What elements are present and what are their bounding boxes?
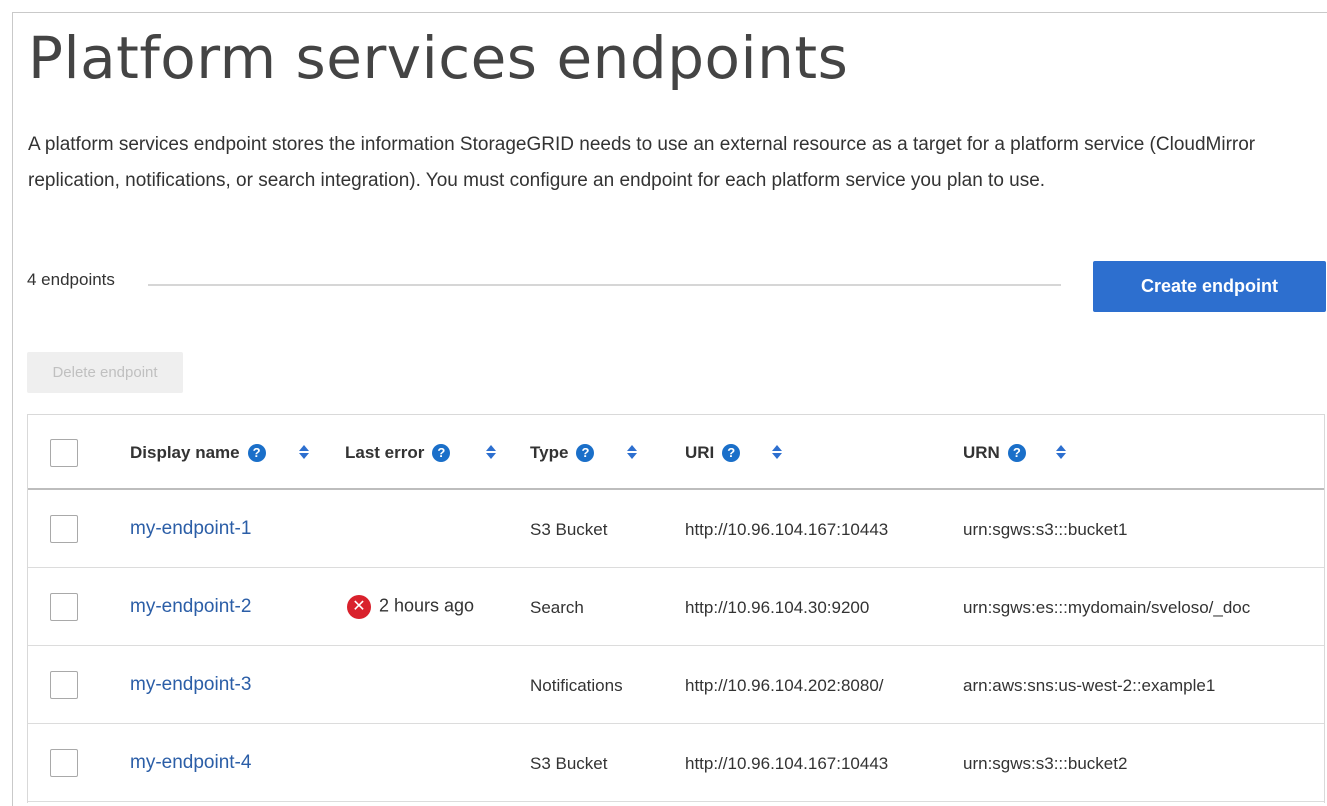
last-error-cell: ✕ 2 hours ago	[347, 595, 474, 619]
error-icon: ✕	[347, 595, 371, 619]
help-icon[interactable]: ?	[247, 444, 266, 462]
endpoint-urn: urn:sgws:s3:::bucket1	[963, 520, 1128, 539]
endpoint-name-link[interactable]: my-endpoint-1	[130, 518, 251, 540]
column-header-last-error[interactable]: Last error ?	[345, 443, 496, 463]
column-header-type[interactable]: Type ?	[530, 443, 637, 463]
help-icon[interactable]: ?	[576, 444, 595, 462]
endpoint-uri: http://10.96.104.202:8080/	[685, 676, 884, 695]
count-divider	[148, 284, 1061, 286]
endpoint-urn: urn:sgws:s3:::bucket2	[963, 754, 1128, 773]
sort-icon[interactable]	[298, 443, 310, 461]
help-icon[interactable]: ?	[432, 444, 451, 462]
endpoint-urn: urn:sgws:es:::mydomain/sveloso/_doc	[963, 598, 1251, 617]
endpoints-table: Display name ? Last error ? Type ? URI ?…	[27, 414, 1325, 803]
row-checkbox[interactable]	[50, 671, 78, 699]
endpoint-uri: http://10.96.104.30:9200	[685, 598, 870, 617]
row-checkbox[interactable]	[50, 593, 78, 621]
sort-icon[interactable]	[485, 443, 497, 461]
table-row[interactable]: my-endpoint-1 S3 Bucket http://10.96.104…	[28, 490, 1324, 568]
endpoint-uri: http://10.96.104.167:10443	[685, 754, 889, 773]
endpoint-count: 4 endpoints	[27, 270, 115, 289]
table-row[interactable]: my-endpoint-3 Notifications http://10.96…	[28, 646, 1324, 724]
column-header-display-name[interactable]: Display name ?	[130, 443, 309, 463]
column-label: Last error	[345, 443, 425, 462]
table-header: Display name ? Last error ? Type ? URI ?…	[28, 415, 1324, 490]
create-endpoint-button[interactable]: Create endpoint	[1093, 261, 1326, 312]
sort-icon[interactable]	[771, 443, 783, 461]
help-icon[interactable]: ?	[1007, 444, 1026, 462]
column-label: URI	[685, 443, 715, 462]
column-label: URN	[963, 443, 1000, 462]
table-row[interactable]: my-endpoint-4 S3 Bucket http://10.96.104…	[28, 724, 1324, 802]
page-title: Platform services endpoints	[28, 24, 849, 92]
column-label: Display name	[130, 443, 240, 462]
endpoint-type: Search	[530, 598, 584, 617]
endpoint-name-link[interactable]: my-endpoint-2	[130, 596, 251, 618]
endpoint-name-link[interactable]: my-endpoint-4	[130, 752, 251, 774]
column-header-uri[interactable]: URI ?	[685, 443, 782, 463]
endpoint-type: S3 Bucket	[530, 754, 608, 773]
page-description: A platform services endpoint stores the …	[28, 134, 1256, 191]
endpoint-type: Notifications	[530, 676, 623, 695]
endpoint-type: S3 Bucket	[530, 520, 608, 539]
endpoint-uri: http://10.96.104.167:10443	[685, 520, 889, 539]
sort-icon[interactable]	[1055, 443, 1067, 461]
row-checkbox[interactable]	[50, 515, 78, 543]
endpoint-name-link[interactable]: my-endpoint-3	[130, 674, 251, 696]
last-error-text: 2 hours ago	[379, 595, 475, 616]
help-icon[interactable]: ?	[722, 444, 741, 462]
column-header-urn[interactable]: URN ?	[963, 443, 1066, 463]
sort-icon[interactable]	[626, 443, 638, 461]
select-all-checkbox[interactable]	[50, 439, 78, 467]
row-checkbox[interactable]	[50, 749, 78, 777]
delete-endpoint-button[interactable]: Delete endpoint	[27, 352, 183, 393]
column-label: Type	[530, 443, 569, 462]
table-row[interactable]: my-endpoint-2 ✕ 2 hours ago Search http:/…	[28, 568, 1324, 646]
endpoint-urn: arn:aws:sns:us-west-2::example1	[963, 676, 1216, 695]
